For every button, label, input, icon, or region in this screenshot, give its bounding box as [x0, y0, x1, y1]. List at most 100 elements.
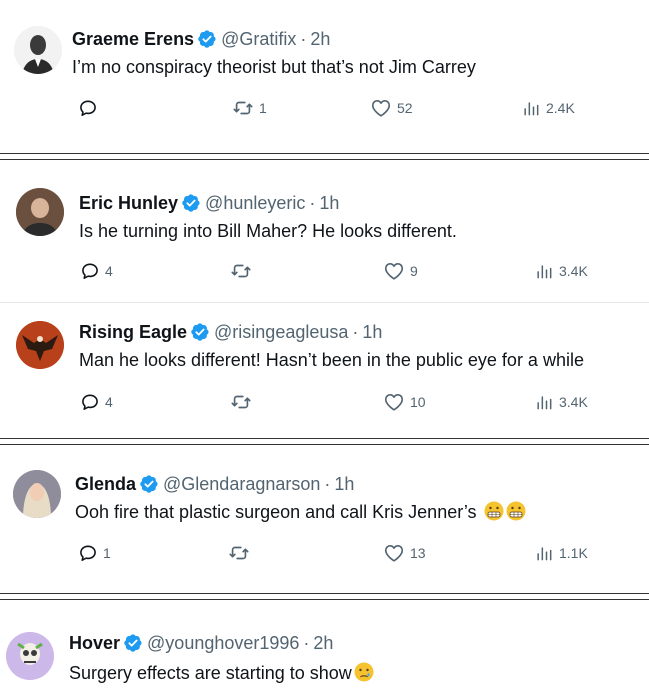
tweet-text: Man he looks different! Hasn’t been in t… — [79, 350, 584, 370]
tweet-header: Eric Hunley @hunleyeric · 1h — [79, 192, 339, 214]
verified-badge-icon — [139, 474, 159, 494]
verified-badge-icon — [181, 193, 201, 213]
tweet-graeme-erens[interactable]: Graeme Erens @Gratifix · 2h I’m no conspira… — [0, 0, 649, 150]
heart-icon — [383, 542, 405, 564]
separator-dot: · — [300, 29, 307, 49]
reply-count: 4 — [105, 394, 113, 410]
like-button[interactable]: 9 — [383, 260, 418, 282]
sad-tear-emoji-icon — [354, 662, 374, 682]
author-name[interactable]: Hover — [69, 633, 120, 653]
separator-dot: · — [303, 633, 310, 653]
reply-icon — [80, 261, 100, 281]
views-button[interactable]: 3.4K — [534, 391, 588, 413]
author-name[interactable]: Graeme Erens — [72, 29, 194, 49]
reply-icon — [78, 543, 98, 563]
separator-dot: · — [324, 474, 331, 494]
like-count: 13 — [410, 545, 426, 561]
thread-divider — [0, 150, 649, 162]
like-button[interactable]: 13 — [383, 542, 426, 564]
repost-count: 1 — [259, 100, 267, 116]
tweet-rising-eagle[interactable]: Rising Eagle @risingeagleusa · 1h Man he lo… — [0, 303, 649, 435]
tweet-header: Rising Eagle @risingeagleusa · 1h — [79, 321, 382, 343]
repost-button[interactable]: 1 — [232, 97, 267, 119]
heart-icon — [383, 391, 405, 413]
verified-badge-icon — [123, 633, 143, 653]
author-handle[interactable]: @Glendaragnarson — [163, 474, 320, 494]
reply-icon — [78, 98, 98, 118]
timestamp[interactable]: 1h — [334, 474, 354, 494]
view-count: 1.1K — [559, 545, 588, 561]
reply-count: 1 — [103, 545, 111, 561]
avatar[interactable] — [13, 470, 61, 518]
repost-icon — [232, 97, 254, 119]
tweet-text: Ooh fire that plastic surgeon and call K… — [75, 502, 477, 522]
tweet-hover[interactable]: Hover @younghover1996 · 2h Surgery effects … — [0, 602, 649, 700]
timestamp[interactable]: 1h — [319, 193, 339, 213]
author-handle[interactable]: @risingeagleusa — [214, 322, 348, 342]
heart-icon — [370, 97, 392, 119]
person-photo-icon — [16, 188, 64, 236]
thread-divider — [0, 436, 649, 448]
tweet-glenda[interactable]: Glenda @Glendaragnarson · 1h Ooh fire that … — [0, 448, 649, 590]
tweet-header: Glenda @Glendaragnarson · 1h — [75, 473, 354, 495]
views-button[interactable]: 2.4K — [521, 97, 575, 119]
person-silhouette-icon — [14, 26, 62, 74]
views-icon — [534, 392, 554, 412]
reply-count: 4 — [105, 263, 113, 279]
tweet-header: Hover @younghover1996 · 2h — [69, 632, 333, 654]
heart-icon — [383, 260, 405, 282]
view-count: 3.4K — [559, 263, 588, 279]
like-count: 52 — [397, 100, 413, 116]
like-button[interactable]: 10 — [383, 391, 426, 413]
reply-icon — [80, 392, 100, 412]
reply-button[interactable]: 1 — [78, 542, 111, 564]
eagle-logo-icon — [16, 321, 64, 369]
author-handle[interactable]: @hunleyeric — [205, 193, 305, 213]
repost-icon — [228, 542, 250, 564]
views-button[interactable]: 3.4K — [534, 260, 588, 282]
avatar[interactable] — [14, 26, 62, 74]
tweet-eric-hunley[interactable]: Eric Hunley @hunleyeric · 1h Is he turning … — [0, 162, 649, 302]
like-count: 9 — [410, 263, 418, 279]
views-button[interactable]: 1.1K — [534, 542, 588, 564]
like-button[interactable]: 52 — [370, 97, 413, 119]
verified-badge-icon — [190, 322, 210, 342]
view-count: 2.4K — [546, 100, 575, 116]
tweet-text-line: Ooh fire that plastic surgeon and call K… — [75, 501, 526, 523]
author-name[interactable]: Glenda — [75, 474, 136, 494]
skull-art-icon — [6, 632, 54, 680]
separator-dot: · — [309, 193, 316, 213]
tweet-text: Surgery effects are starting to show — [69, 663, 352, 683]
repost-button[interactable] — [230, 391, 257, 413]
author-handle[interactable]: @Gratifix — [221, 29, 296, 49]
avatar[interactable] — [16, 321, 64, 369]
view-count: 3.4K — [559, 394, 588, 410]
separator-dot: · — [352, 322, 359, 342]
tweet-header: Graeme Erens @Gratifix · 2h — [72, 28, 330, 50]
avatar[interactable] — [6, 632, 54, 680]
tweet-text: I’m no conspiracy theorist but that’s no… — [72, 57, 476, 77]
grimacing-emoji-icon — [484, 501, 504, 521]
tweet-text-line: Surgery effects are starting to show — [69, 662, 374, 684]
person-photo-icon — [13, 470, 61, 518]
timestamp[interactable]: 1h — [362, 322, 382, 342]
views-icon — [534, 543, 554, 563]
reply-button[interactable]: 4 — [80, 260, 113, 282]
avatar[interactable] — [16, 188, 64, 236]
timestamp[interactable]: 2h — [313, 633, 333, 653]
reply-button[interactable]: 4 — [80, 391, 113, 413]
repost-icon — [230, 260, 252, 282]
verified-badge-icon — [197, 29, 217, 49]
author-name[interactable]: Rising Eagle — [79, 322, 187, 342]
author-handle[interactable]: @younghover1996 — [147, 633, 299, 653]
timestamp[interactable]: 2h — [310, 29, 330, 49]
author-name[interactable]: Eric Hunley — [79, 193, 178, 213]
reply-button[interactable] — [78, 97, 103, 119]
thread-divider — [0, 590, 649, 602]
views-icon — [521, 98, 541, 118]
repost-button[interactable] — [228, 542, 255, 564]
like-count: 10 — [410, 394, 426, 410]
views-icon — [534, 261, 554, 281]
repost-button[interactable] — [230, 260, 257, 282]
grimacing-emoji-icon — [506, 501, 526, 521]
